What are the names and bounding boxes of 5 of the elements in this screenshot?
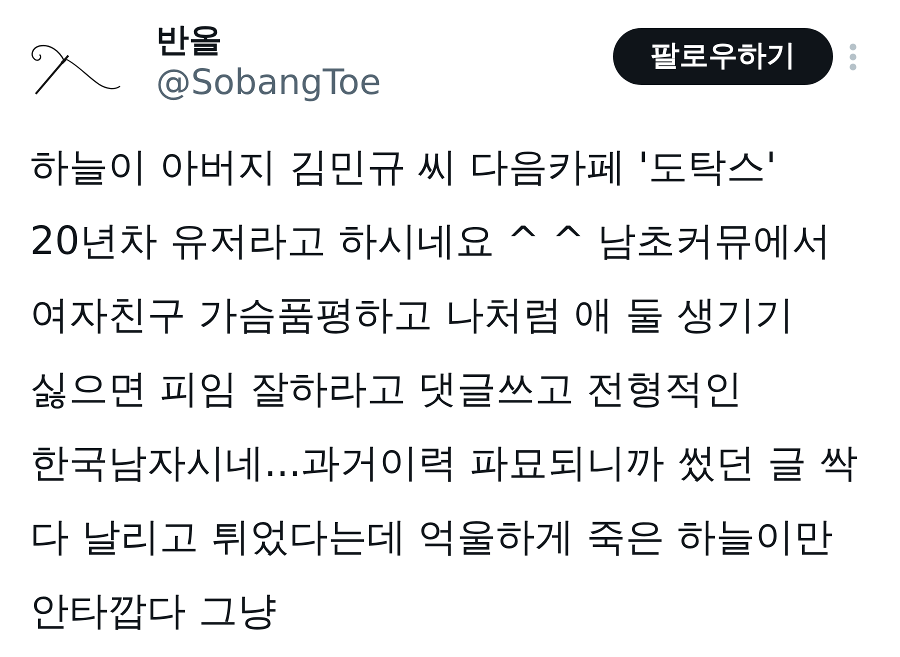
follow-button[interactable]: 팔로우하기: [613, 28, 833, 84]
user-handle[interactable]: @SobangToe: [156, 61, 382, 105]
display-name[interactable]: 반올: [156, 19, 222, 61]
tweet-text: 하늘이 아버지 김민규 씨 다음카페 '도탁스' 20년차 유저라고 하시네요 ^ ^ 남초커뮤에서 여자친구 가슴품평하고 나처럼 애 둘 생기기 싫으면 피임 잘하라고 댓글쓰고 전형적인 한국남자시네...과거이력 파묘되니까 썼던 글 싹 다 날리고 튀었다는데 억울하게 죽은 하늘이만 안타깝다 그냥: [30, 144, 859, 636]
more-options-icon[interactable]: [848, 43, 858, 71]
